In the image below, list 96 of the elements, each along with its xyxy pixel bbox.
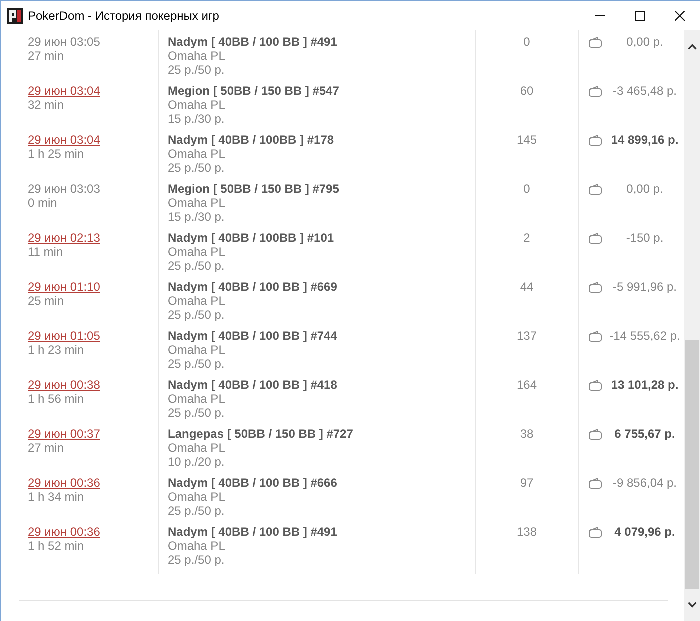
game-type: Omaha PL: [168, 294, 226, 308]
result-amount: -150 р.: [625, 231, 665, 245]
table-name: Nadym [ 40BB / 100 BB ] #491: [168, 525, 338, 539]
hands-count: 145: [516, 133, 538, 147]
result-amount: 14 899,16 р.: [610, 133, 680, 147]
scroll-thumb[interactable]: [685, 340, 699, 589]
duration-text: 11 min: [28, 245, 64, 259]
hands-count: 60: [520, 84, 534, 98]
app-logo-icon: [7, 8, 23, 24]
duration-text: 25 min: [28, 294, 64, 308]
wallet-icon: [589, 233, 602, 244]
hands-count: 138: [516, 525, 538, 539]
date-link[interactable]: 29 июн 02:13: [28, 231, 100, 245]
chevron-down-icon: [688, 602, 696, 608]
duration-text: 1 h 25 min: [28, 147, 84, 161]
date-link[interactable]: 29 июн 01:10: [28, 280, 100, 294]
duration-text: 27 min: [28, 441, 64, 455]
stakes-text: 25 р./50 р.: [168, 357, 225, 371]
wallet-icon: [589, 331, 602, 342]
stakes-text: 25 р./50 р.: [168, 259, 225, 273]
stakes-text: 25 р./50 р.: [168, 63, 225, 77]
result-amount: 6 755,67 р.: [614, 427, 676, 441]
duration-text: 1 h 52 min: [28, 539, 84, 553]
hands-count: 164: [516, 378, 538, 392]
hands-count: 97: [520, 476, 534, 490]
result-amount: 0,00 р.: [626, 182, 664, 196]
duration-text: 0 min: [28, 196, 58, 210]
date-link[interactable]: 29 июн 03:04: [28, 133, 100, 147]
date-text: 29 июн 03:03: [28, 182, 100, 196]
stakes-text: 25 р./50 р.: [168, 308, 225, 322]
hands-count: 0: [524, 35, 530, 49]
game-type: Omaha PL: [168, 441, 226, 455]
stakes-text: 10 р./20 р.: [168, 455, 225, 469]
wallet-icon: [589, 380, 602, 391]
game-type: Omaha PL: [168, 245, 226, 259]
table-name: Nadym [ 40BB / 100 BB ] #418: [168, 378, 338, 392]
wallet-icon: [589, 478, 602, 489]
date-link[interactable]: 29 июн 03:04: [28, 84, 100, 98]
maximize-icon: [635, 10, 645, 20]
game-type: Omaha PL: [168, 147, 226, 161]
date-link[interactable]: 29 июн 01:05: [28, 329, 100, 343]
date-link[interactable]: 29 июн 00:37: [28, 427, 100, 441]
hands-count: 2: [524, 231, 530, 245]
wallet-icon: [589, 282, 602, 293]
game-type: Omaha PL: [168, 539, 226, 553]
stakes-text: 25 р./50 р.: [168, 504, 225, 518]
game-type: Omaha PL: [168, 196, 226, 210]
minimize-icon: [595, 15, 605, 16]
date-link[interactable]: 29 июн 00:36: [28, 476, 100, 490]
stakes-text: 15 р./30 р.: [168, 210, 225, 224]
result-amount: 4 079,96 р.: [614, 525, 676, 539]
window-title: PokerDom - История покерных игр: [28, 8, 220, 22]
wallet-icon: [589, 135, 602, 146]
stakes-text: 25 р./50 р.: [168, 161, 225, 175]
wallet-icon: [589, 37, 602, 48]
date-text: 29 июн 03:05: [28, 35, 100, 49]
duration-text: 1 h 34 min: [28, 490, 84, 504]
stakes-text: 25 р./50 р.: [168, 553, 225, 567]
stakes-text: 25 р./50 р.: [168, 406, 225, 420]
chevron-up-icon: [688, 44, 696, 50]
duration-text: 27 min: [28, 49, 64, 63]
game-type: Omaha PL: [168, 98, 226, 112]
wallet-icon: [589, 527, 602, 538]
date-link[interactable]: 29 июн 00:36: [28, 525, 100, 539]
result-amount: -5 991,96 р.: [612, 280, 678, 294]
hands-count: 38: [520, 427, 534, 441]
close-icon: [675, 10, 685, 20]
game-type: Omaha PL: [168, 490, 226, 504]
table-name: Nadym [ 40BB / 100 BB ] #491: [168, 35, 338, 49]
wallet-icon: [589, 184, 602, 195]
hands-count: 137: [516, 329, 538, 343]
table-name: Nadym [ 40BB / 100 BB ] #666: [168, 476, 338, 490]
result-amount: -9 856,04 р.: [612, 476, 678, 490]
table-name: Langepas [ 50BB / 150 BB ] #727: [168, 427, 354, 441]
game-type: Omaha PL: [168, 392, 226, 406]
game-type: Omaha PL: [168, 49, 226, 63]
wallet-icon: [589, 429, 602, 440]
table-name: Nadym [ 40BB / 100BB ] #178: [168, 133, 334, 147]
result-amount: -14 555,62 р.: [608, 329, 682, 343]
result-amount: 13 101,28 р.: [610, 378, 680, 392]
date-link[interactable]: 29 июн 00:38: [28, 378, 100, 392]
result-amount: 0,00 р.: [626, 35, 664, 49]
result-amount: -3 465,48 р.: [612, 84, 678, 98]
table-name: Nadym [ 40BB / 100 BB ] #669: [168, 280, 338, 294]
table-name: Megion [ 50BB / 150 BB ] #547: [168, 84, 340, 98]
duration-text: 1 h 23 min: [28, 343, 84, 357]
hands-count: 44: [520, 280, 534, 294]
stakes-text: 15 р./30 р.: [168, 112, 225, 126]
table-name: Nadym [ 40BB / 100BB ] #101: [168, 231, 334, 245]
hands-count: 0: [524, 182, 530, 196]
game-type: Omaha PL: [168, 343, 226, 357]
wallet-icon: [589, 86, 602, 97]
duration-text: 1 h 56 min: [28, 392, 84, 406]
table-name: Megion [ 50BB / 150 BB ] #795: [168, 182, 340, 196]
duration-text: 32 min: [28, 98, 64, 112]
table-name: Nadym [ 40BB / 100 BB ] #744: [168, 329, 338, 343]
